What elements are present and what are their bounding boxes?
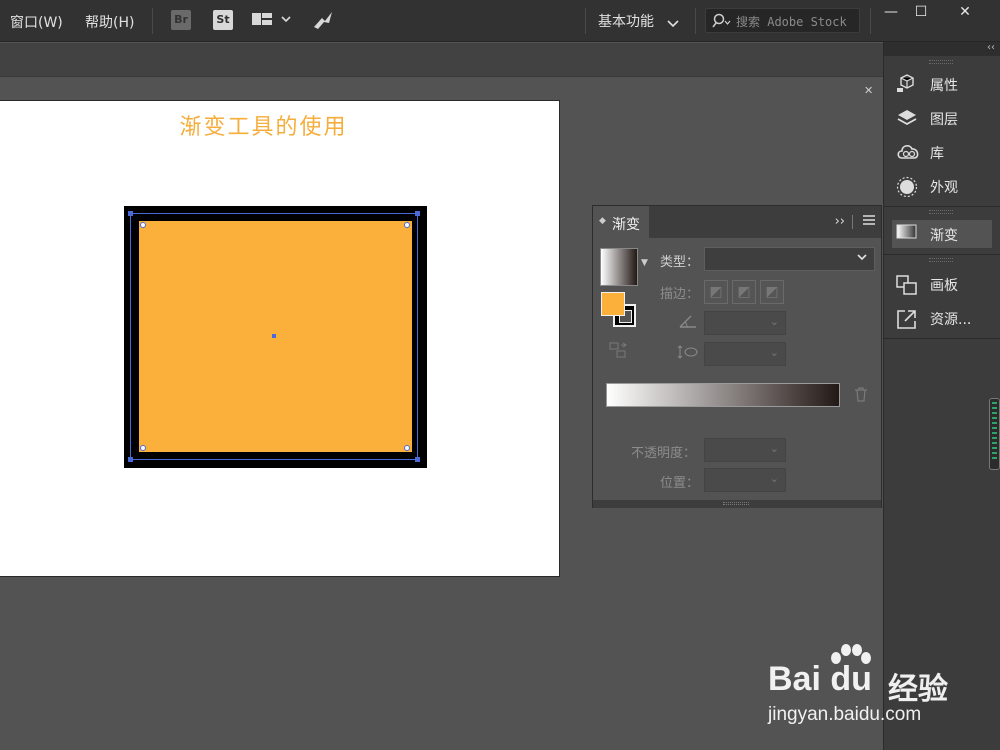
document-tab-bar xyxy=(0,43,883,77)
stroke-across-button[interactable]: ◩ xyxy=(760,280,784,304)
aspect-ratio-select[interactable]: ⌄ xyxy=(704,342,786,366)
dock-divider xyxy=(884,254,1000,255)
gradient-slider[interactable] xyxy=(606,383,840,407)
libraries-icon xyxy=(896,142,919,162)
baidu-logo-text: Bai du xyxy=(768,660,872,698)
gpu-performance-icon[interactable] xyxy=(312,9,334,35)
minimize-button[interactable]: — xyxy=(876,4,906,20)
dock-item-libraries[interactable]: 库 xyxy=(892,138,992,166)
dock-item-artboards[interactable]: 画板 xyxy=(892,270,992,298)
fill-swatch[interactable] xyxy=(601,292,625,316)
gradient-preset-dropdown-icon[interactable]: ▼ xyxy=(641,258,648,268)
chevron-down-icon: ⌄ xyxy=(769,472,779,485)
corner-widget-bottom-right[interactable] xyxy=(404,445,410,451)
dock-header: ‹‹ xyxy=(884,42,1000,56)
asset-export-icon xyxy=(896,308,918,329)
corner-widget-top-left[interactable] xyxy=(140,222,146,228)
menu-separator xyxy=(870,8,871,34)
dock-item-label: 库 xyxy=(930,146,944,162)
bridge-icon[interactable]: Br xyxy=(171,10,191,30)
menu-separator xyxy=(695,8,696,34)
arrange-documents-icon[interactable] xyxy=(252,12,292,32)
gradient-panel: ◆ 渐变 ›› ▼ 类型： 描边： ◩ ◩ ◩ ⌄ ⌄ 不透明度： ⌄ 位置： … xyxy=(592,205,882,508)
jingyan-text: 经验 xyxy=(888,672,948,707)
appearance-icon xyxy=(896,176,918,198)
menu-separator xyxy=(152,8,153,34)
center-point xyxy=(272,334,276,338)
stroke-along-button[interactable]: ◩ xyxy=(732,280,756,304)
search-icon xyxy=(712,13,732,33)
dock-item-layers[interactable]: 图层 xyxy=(892,104,992,132)
aspect-ratio-icon xyxy=(677,344,699,364)
resize-handle-bottom-left[interactable] xyxy=(128,457,133,462)
collapse-panel-icon[interactable]: ›› xyxy=(835,214,845,229)
resize-handle-top-right[interactable] xyxy=(415,211,420,216)
dock-item-asset-export[interactable]: 资源... xyxy=(892,304,992,332)
scroll-indicator[interactable] xyxy=(989,398,1000,470)
type-label: 类型： xyxy=(660,255,700,270)
chevron-down-icon xyxy=(856,251,868,266)
panel-resize-grip[interactable] xyxy=(593,500,881,508)
reverse-gradient-icon[interactable] xyxy=(609,340,629,364)
stock-icon[interactable]: St xyxy=(213,10,233,30)
angle-icon xyxy=(679,313,697,333)
dock-grip[interactable] xyxy=(929,210,953,214)
artboards-icon xyxy=(896,274,918,295)
dock-item-appearance[interactable]: 外观 xyxy=(892,172,992,200)
dock-divider xyxy=(884,206,1000,207)
dock-item-properties[interactable]: 属性 xyxy=(892,70,992,98)
chevron-down-icon: ⌄ xyxy=(769,346,779,359)
tab-gradient-label: 渐变 xyxy=(612,217,640,233)
dock-item-label: 画板 xyxy=(930,278,958,294)
watermark-url: jingyan.baidu.com xyxy=(768,704,922,725)
dock-item-label: 外观 xyxy=(930,180,958,196)
layers-icon xyxy=(896,108,918,128)
search-placeholder: 搜索 Adobe Stock xyxy=(736,15,847,29)
dock-grip[interactable] xyxy=(929,258,953,262)
artboard-title-text[interactable]: 渐变工具的使用 xyxy=(0,109,527,141)
stroke-label: 描边： xyxy=(660,287,700,302)
panel-options-toggle-icon[interactable]: ◆ xyxy=(599,216,606,226)
dock-item-label: 资源... xyxy=(930,312,972,328)
chevron-down-icon: ⌄ xyxy=(769,315,779,328)
delete-stop-icon[interactable] xyxy=(854,387,868,406)
dock-item-label: 图层 xyxy=(930,112,958,128)
gradient-type-select[interactable] xyxy=(704,247,875,271)
position-label: 位置： xyxy=(660,476,700,491)
panel-menu-icon[interactable] xyxy=(863,214,875,230)
collapse-dock-icon[interactable]: ‹‹ xyxy=(987,42,995,53)
gradient-icon xyxy=(896,224,918,244)
resize-handle-bottom-right[interactable] xyxy=(415,457,420,462)
tab-gradient[interactable]: ◆ 渐变 xyxy=(593,206,649,238)
stroke-within-button[interactable]: ◩ xyxy=(704,280,728,304)
position-select[interactable]: ⌄ xyxy=(704,468,786,492)
chevron-down-icon: ⌄ xyxy=(769,442,779,455)
close-button[interactable]: ✕ xyxy=(950,4,980,20)
resize-handle-top-left[interactable] xyxy=(128,211,133,216)
properties-icon xyxy=(896,74,918,94)
menu-bar: 窗口(W) 帮助(H) Br St 基本功能 搜索 Adobe Stock — … xyxy=(0,0,1000,42)
gradient-panel-header[interactable]: ◆ 渐变 ›› xyxy=(593,206,881,238)
dock-divider xyxy=(884,338,1000,339)
menu-separator xyxy=(585,8,586,34)
search-stock-input[interactable]: 搜索 Adobe Stock xyxy=(705,8,860,33)
corner-widget-top-right[interactable] xyxy=(404,222,410,228)
chevron-down-icon[interactable] xyxy=(667,14,679,33)
corner-widget-bottom-left[interactable] xyxy=(140,445,146,451)
opacity-select[interactable]: ⌄ xyxy=(704,438,786,462)
gradient-thumbnail[interactable] xyxy=(600,248,638,286)
panel-divider xyxy=(852,215,853,229)
close-panel-icon[interactable]: ✕ xyxy=(864,84,873,97)
menu-window[interactable]: 窗口(W) xyxy=(10,12,63,32)
dock-item-label: 属性 xyxy=(930,78,958,94)
dock-item-label: 渐变 xyxy=(930,228,958,244)
baidu-watermark: Bai du 经验 jingyan.baidu.com xyxy=(768,640,988,730)
angle-select[interactable]: ⌄ xyxy=(704,311,786,335)
menu-help[interactable]: 帮助(H) xyxy=(85,12,134,32)
opacity-label: 不透明度： xyxy=(631,446,697,461)
dock-item-gradient[interactable]: 渐变 xyxy=(892,220,992,248)
workspace-switcher[interactable]: 基本功能 xyxy=(598,11,654,31)
dock-grip[interactable] xyxy=(929,60,953,64)
maximize-button[interactable]: ☐ xyxy=(906,4,936,20)
